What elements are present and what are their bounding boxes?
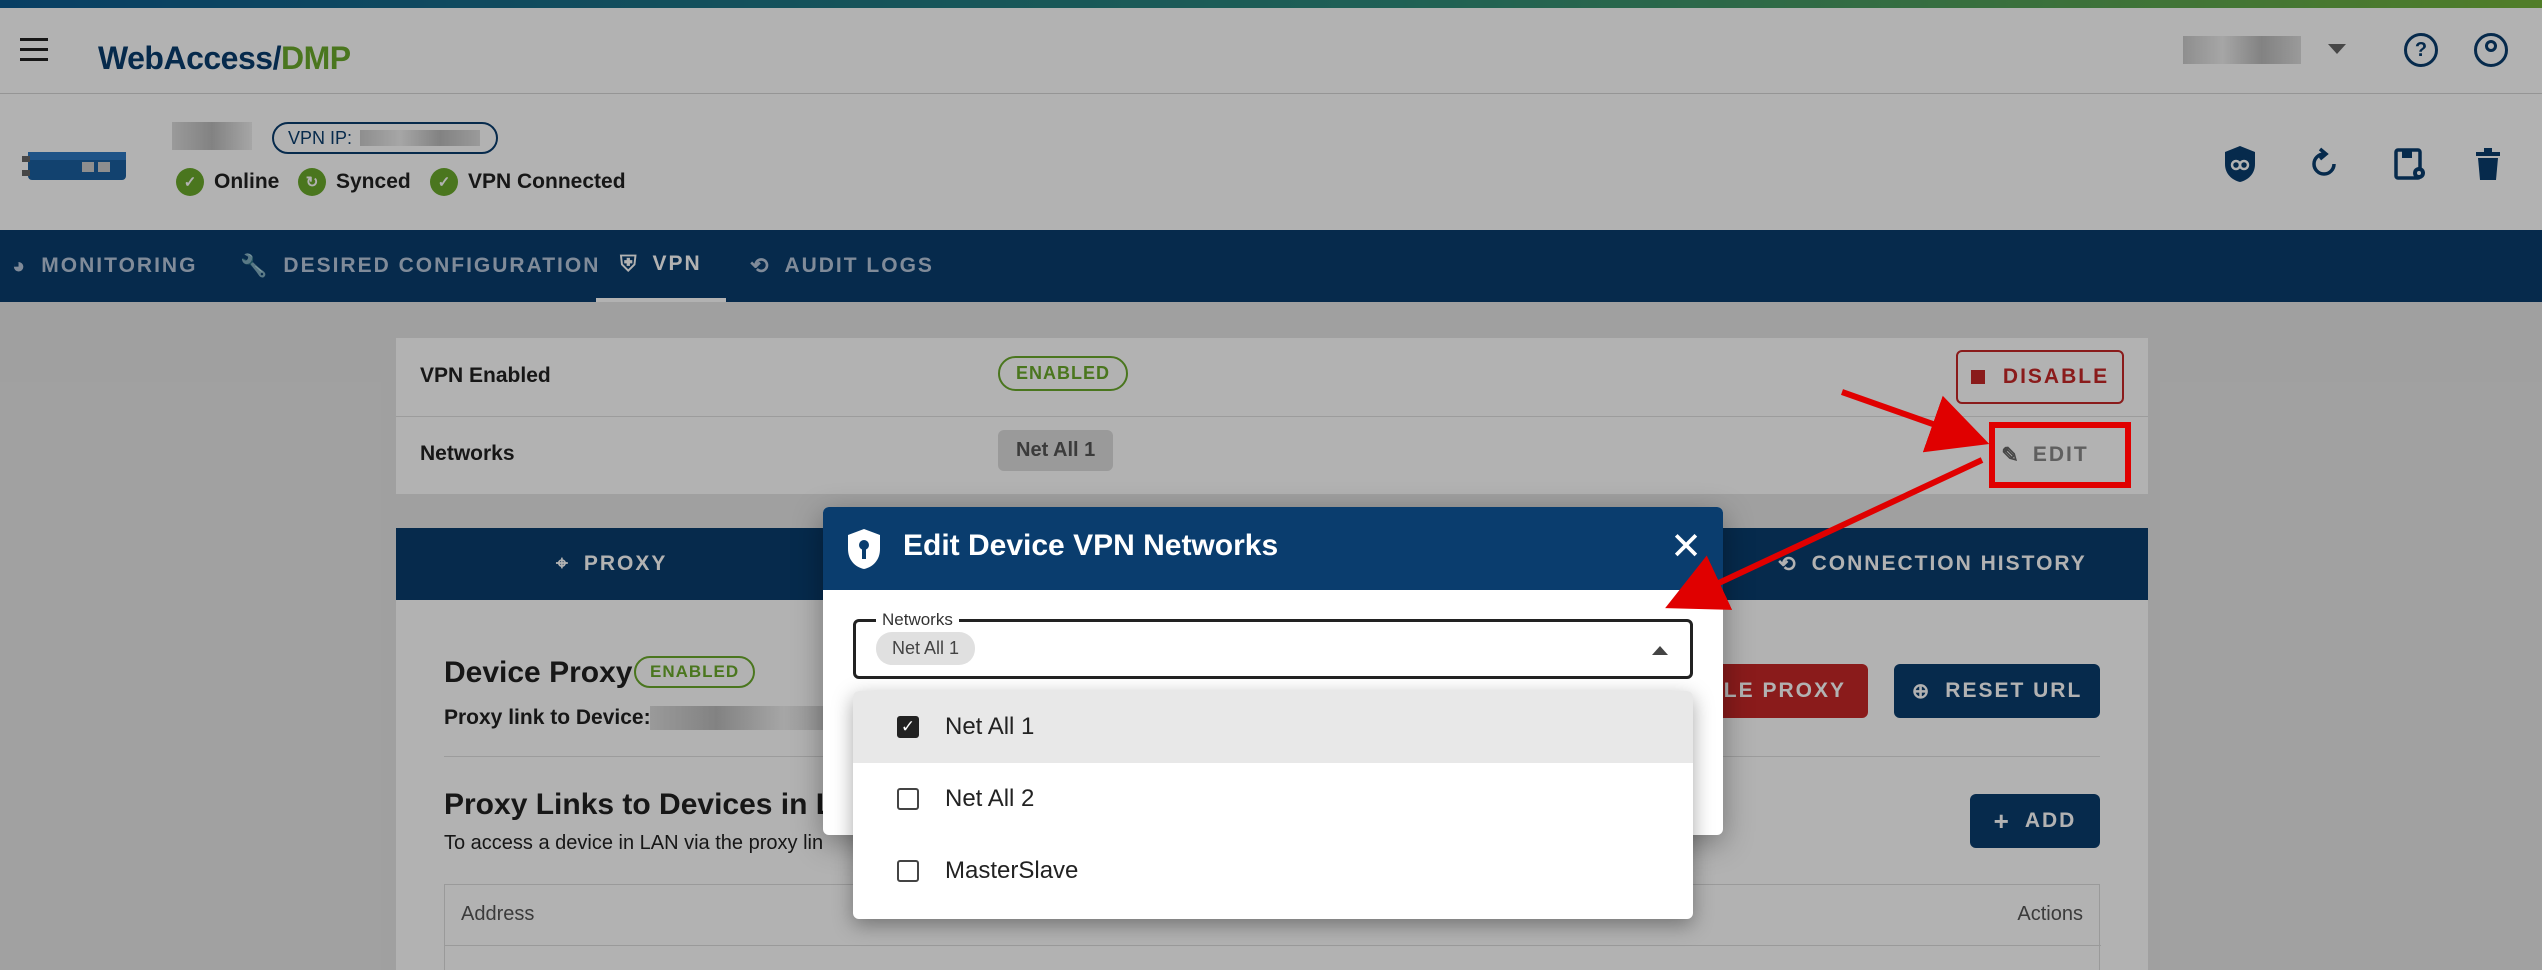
annotation-arrows [1665, 389, 1990, 610]
